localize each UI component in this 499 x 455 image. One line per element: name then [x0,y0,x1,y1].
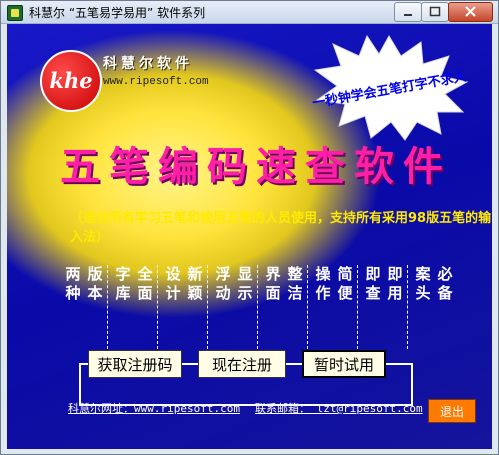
feature-list: 两种 版本 字库 全面 设计 新颖 浮动 显示 界面 整洁 操作 简便 即查 即… [60,265,453,349]
feature-divider [307,265,309,349]
promo-starburst: 一秒钟学会 五笔打字不求人 [309,34,469,142]
feature-divider [157,265,159,349]
feature-item: 案头 必备 [410,265,458,349]
brand-name: 科慧尔软件 [103,56,193,72]
feature-item: 字库 全面 [110,265,158,349]
feature-divider [407,265,409,349]
exit-button[interactable]: 退出 [428,399,476,423]
feature-col-2: 显示 [237,265,253,302]
website-link[interactable]: 科慧尔网址：www.ripesoft.com [68,400,240,416]
feature-divider [257,265,259,349]
feature-col-1: 字库 [115,265,131,302]
email-link[interactable]: 联系邮箱： lzt@ripesoft.com [255,400,423,416]
feature-col-2: 新颖 [187,265,203,302]
promo-line-2: 五笔打字不求人 [375,69,468,100]
close-icon [465,6,476,17]
feature-col-1: 浮动 [215,265,231,302]
feature-item: 两种 版本 [60,265,108,349]
minimize-button[interactable] [394,2,422,22]
brand-url: www.ripesoft.com [103,76,209,88]
client-area: khe 科慧尔软件 www.ripesoft.com 一秒钟学会 五笔打字不求人 … [7,24,492,449]
register-now-button[interactable]: 现在注册 [198,350,286,378]
feature-col-1: 界面 [265,265,281,302]
feature-col-1: 即查 [365,265,381,302]
close-button[interactable] [448,2,493,22]
window-title: 科慧尔 “五笔易学易用” 软件系列 [29,6,206,20]
minimize-icon [404,14,412,16]
title-bar[interactable]: 科慧尔 “五笔易学易用” 软件系列 [1,1,498,24]
subtitle: （适合所有学习五笔和使用五笔的人员使用，支持所有采用98版五笔的输入法） [70,211,492,245]
app-window: 科慧尔 “五笔易学易用” 软件系列 khe 科慧尔软件 www.ripesoft… [0,0,499,455]
company-logo: khe [40,50,102,112]
feature-divider [357,265,359,349]
feature-divider [207,265,209,349]
feature-item: 操作 简便 [310,265,358,349]
maximize-icon [429,6,441,17]
feature-item: 界面 整洁 [260,265,308,349]
feature-col-1: 两种 [65,265,81,302]
main-title: 五笔编码速查软件 [60,143,452,190]
feature-col-1: 操作 [315,265,331,302]
maximize-button[interactable] [421,2,449,22]
feature-col-2: 整洁 [287,265,303,302]
feature-col-2: 全面 [137,265,153,302]
feature-item: 浮动 显示 [210,265,258,349]
trial-button[interactable]: 暂时试用 [302,350,386,378]
feature-col-2: 简便 [337,265,353,302]
feature-col-2: 版本 [87,265,103,302]
feature-col-2: 必备 [437,265,453,302]
app-icon [7,5,23,21]
feature-col-2: 即用 [387,265,403,302]
logo-mark: khe [49,68,93,93]
feature-col-1: 设计 [165,265,181,302]
feature-item: 设计 新颖 [160,265,208,349]
promo-line-1: 一秒钟学会 [311,84,378,111]
feature-col-1: 案头 [415,265,431,302]
feature-item: 即查 即用 [360,265,408,349]
get-registration-code-button[interactable]: 获取注册码 [88,350,182,378]
feature-divider [107,265,109,349]
